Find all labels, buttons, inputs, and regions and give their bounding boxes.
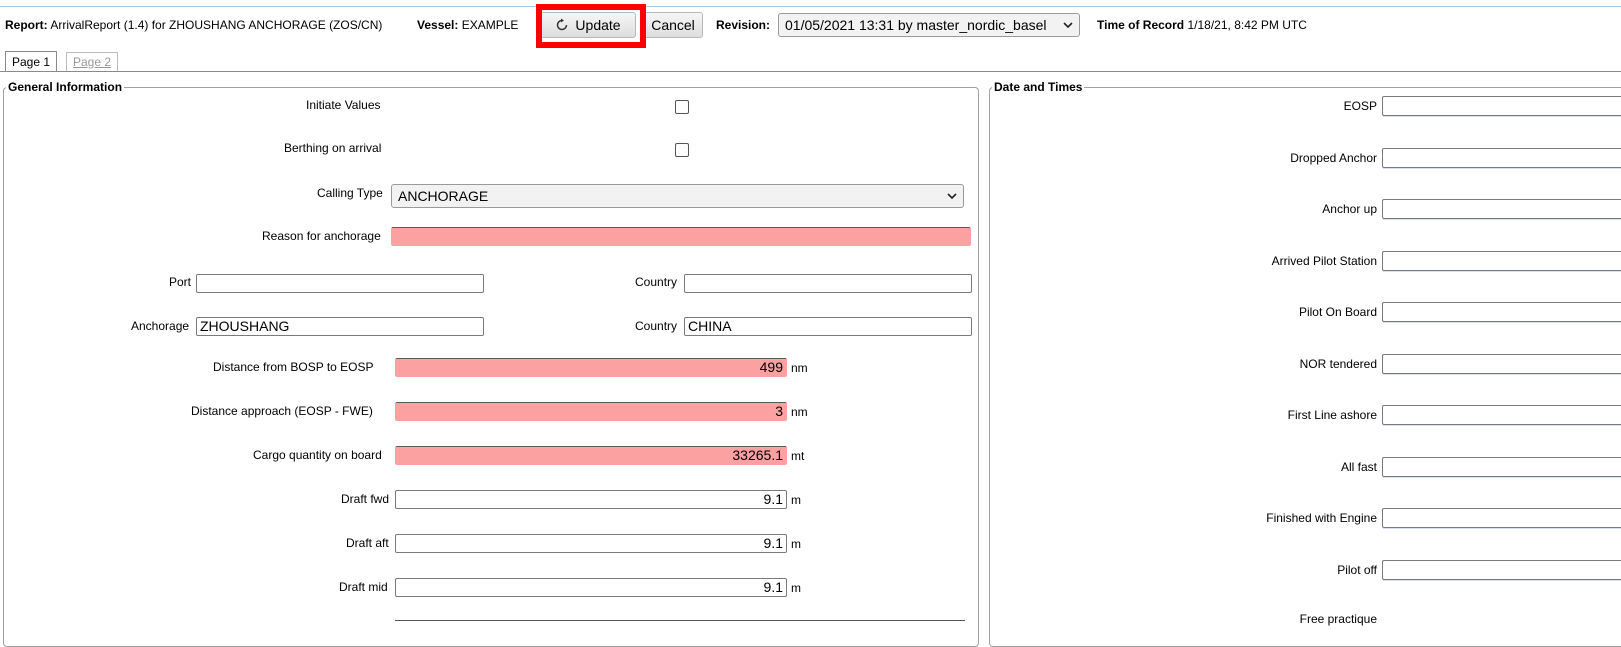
report-info: Report: ArrivalReport (1.4) for ZHOUSHAN… <box>5 18 382 32</box>
draft-aft-unit: m <box>791 537 801 551</box>
tab-divider <box>0 71 1621 72</box>
pilot-on-board-input[interactable] <box>1382 302 1621 323</box>
eosp-label: EOSP <box>1343 99 1377 113</box>
nor-tendered-label: NOR tendered <box>1299 357 1377 371</box>
anchorage-country-label: Country <box>635 319 678 333</box>
fwe-label: Finished with Engine <box>1266 511 1377 525</box>
cargo-unit: mt <box>791 449 805 463</box>
pilot-off-label: Pilot off <box>1337 563 1377 577</box>
calling-type-label: Calling Type <box>317 186 383 200</box>
eosp-input[interactable] <box>1382 96 1621 117</box>
cargo-label: Cargo quantity on board <box>253 448 382 462</box>
draft-fwd-unit: m <box>791 493 801 507</box>
cancel-button[interactable]: Cancel <box>643 12 703 38</box>
date-and-times-title: Date and Times <box>992 80 1085 94</box>
time-info: Time of Record 1/18/21, 8:42 PM UTC <box>1097 18 1307 32</box>
revision-value: 01/05/2021 13:31 by master_nordic_basel <box>785 17 1047 33</box>
port-input[interactable] <box>196 274 484 293</box>
dist-approach-label: Distance approach (EOSP - FWE) <box>191 404 373 418</box>
fwe-input[interactable] <box>1382 508 1621 529</box>
draft-fwd-label: Draft fwd <box>341 492 390 506</box>
revision-label-wrap: Revision: <box>716 18 770 32</box>
arrived-pilot-label: Arrived Pilot Station <box>1271 254 1377 268</box>
dropped-anchor-input[interactable] <box>1382 148 1621 169</box>
port-country-label: Country <box>635 275 678 289</box>
anchorage-country-input[interactable]: CHINA <box>684 317 972 336</box>
pilot-off-input[interactable] <box>1382 560 1621 581</box>
initiate-values-label: Initiate Values <box>306 98 381 112</box>
time-label: Time of Record <box>1097 18 1185 32</box>
revision-select[interactable]: 01/05/2021 13:31 by master_nordic_basel <box>778 13 1080 37</box>
nor-tendered-input[interactable] <box>1382 354 1621 375</box>
calling-type-select[interactable]: ANCHORAGE <box>391 184 964 208</box>
time-value: 1/18/21, 8:42 PM UTC <box>1187 18 1307 32</box>
general-information-title: General Information <box>6 80 125 94</box>
anchorage-input[interactable]: ZHOUSHANG <box>196 317 484 336</box>
first-line-input[interactable] <box>1382 405 1621 426</box>
chevron-down-icon <box>1063 22 1073 29</box>
anchor-up-label: Anchor up <box>1322 202 1377 216</box>
reason-label: Reason for anchorage <box>262 229 381 243</box>
dist-approach-unit: nm <box>791 405 808 419</box>
highlight-box <box>536 4 646 48</box>
port-country-input[interactable] <box>684 274 972 293</box>
anchorage-label: Anchorage <box>131 319 190 333</box>
dist-bosp-input[interactable]: 499 <box>395 358 787 377</box>
dist-bosp-unit: nm <box>791 361 808 375</box>
report-label: Report: <box>5 18 48 32</box>
dist-bosp-label: Distance from BOSP to EOSP <box>213 360 374 374</box>
draft-aft-label: Draft aft <box>346 536 389 550</box>
anchor-up-input[interactable] <box>1382 199 1621 220</box>
draft-aft-input[interactable]: 9.1 <box>395 534 787 553</box>
dist-approach-input[interactable]: 3 <box>395 402 787 421</box>
tab-page-2-label: Page 2 <box>73 55 112 69</box>
vessel-info: Vessel: EXAMPLE <box>417 18 518 32</box>
tab-page-1[interactable]: Page 1 <box>5 51 58 71</box>
draft-mid-unit: m <box>791 581 801 595</box>
draft-fwd-input[interactable]: 9.1 <box>395 490 787 509</box>
tab-page-2[interactable]: Page 2 <box>66 52 119 71</box>
berthing-label: Berthing on arrival <box>284 141 382 155</box>
dropped-anchor-label: Dropped Anchor <box>1290 151 1377 165</box>
all-fast-label: All fast <box>1340 460 1377 474</box>
arrived-pilot-input[interactable] <box>1382 251 1621 272</box>
tab-page-1-label: Page 1 <box>12 54 51 69</box>
initiate-values-checkbox[interactable] <box>675 100 689 114</box>
free-practique-label: Free practique <box>1299 612 1377 626</box>
all-fast-input[interactable] <box>1382 457 1621 478</box>
vessel-value: EXAMPLE <box>461 18 519 32</box>
first-line-label: First Line ashore <box>1287 408 1377 422</box>
revision-label: Revision: <box>716 18 771 32</box>
vessel-label: Vessel: <box>417 18 459 32</box>
port-label: Port <box>169 275 192 289</box>
pilot-on-board-label: Pilot On Board <box>1298 305 1377 319</box>
draft-mid-label: Draft mid <box>339 580 388 594</box>
calling-type-value: ANCHORAGE <box>398 188 489 204</box>
cargo-input[interactable]: 33265.1 <box>395 446 787 465</box>
reason-input[interactable] <box>391 227 971 246</box>
cancel-label: Cancel <box>651 17 695 33</box>
top-border <box>0 6 1621 7</box>
chevron-down-icon <box>947 193 957 200</box>
draft-mid-input[interactable]: 9.1 <box>395 578 787 597</box>
berthing-checkbox[interactable] <box>675 143 689 157</box>
report-value: ArrivalReport (1.4) for ZHOUSHANG ANCHOR… <box>50 18 383 32</box>
